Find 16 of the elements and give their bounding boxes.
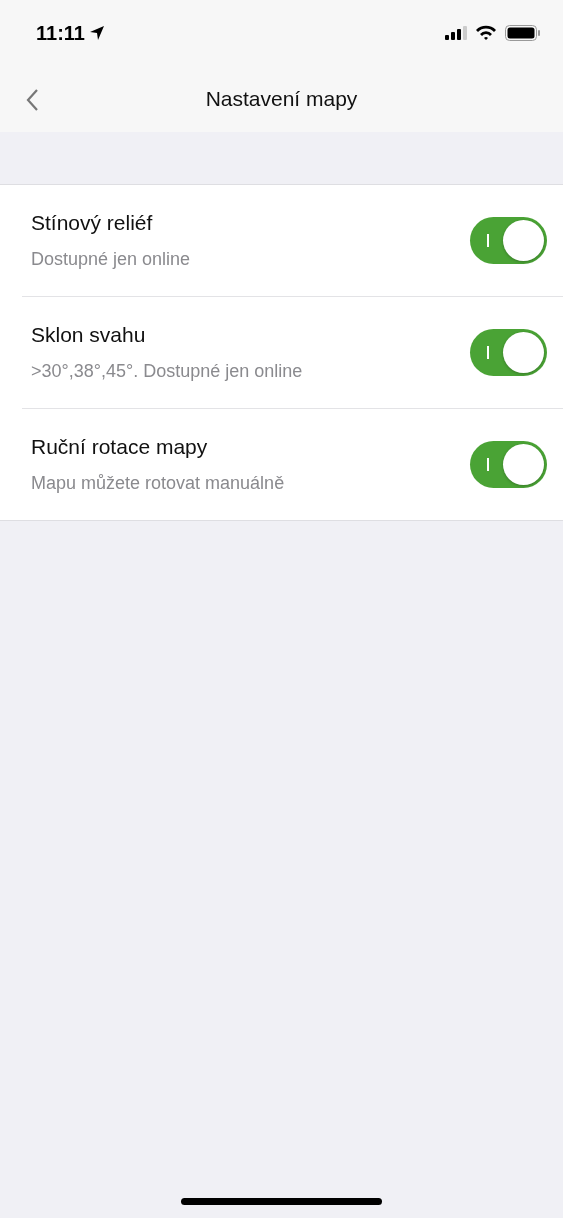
back-chevron-icon — [25, 88, 39, 112]
status-time: 11:11 — [36, 21, 85, 45]
location-arrow-icon — [88, 25, 105, 41]
setting-description: Dostupné jen online — [31, 249, 191, 270]
setting-description: Mapu můžete rotovat manuálně — [31, 473, 285, 494]
wifi-icon — [475, 25, 497, 41]
setting-title: Ruční rotace mapy — [31, 435, 209, 459]
screen-title: Nastavení mapy — [205, 87, 358, 111]
toggle-switch[interactable] — [470, 217, 547, 264]
setting-description: >30°,38°,45°. Dostupné jen online — [31, 361, 303, 382]
setting-title: Stínový reliéf — [31, 211, 154, 235]
toggle-switch[interactable] — [470, 329, 547, 376]
battery-icon — [505, 25, 541, 41]
toggle-switch[interactable] — [470, 441, 547, 488]
signal-icon — [445, 26, 467, 40]
setting-title: Sklon svahu — [31, 323, 147, 347]
